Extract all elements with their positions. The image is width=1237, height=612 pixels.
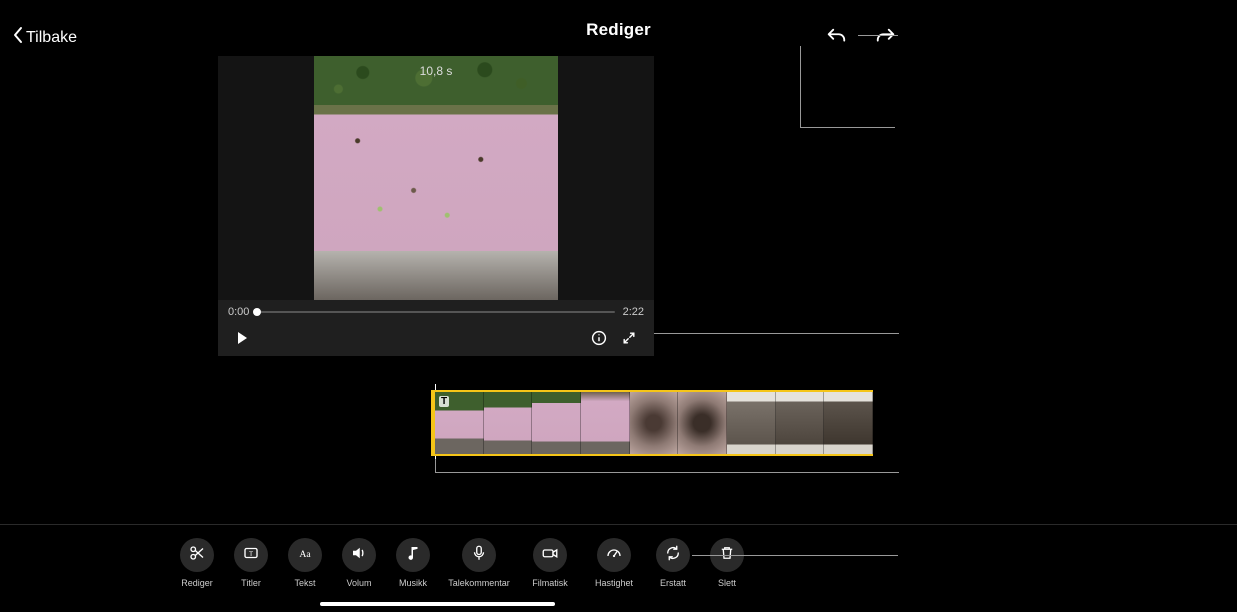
tool-talekommentar[interactable]: Talekommentar <box>450 538 508 588</box>
tool-label: Musikk <box>399 578 427 588</box>
clip-duration-label: 10,8 s <box>420 64 453 78</box>
svg-text:T: T <box>249 551 253 558</box>
speedometer-icon <box>605 544 623 567</box>
svg-text:Aa: Aa <box>299 548 311 559</box>
undo-button[interactable] <box>825 26 847 53</box>
timeline-thumbnail <box>678 392 727 454</box>
tool-erstatt[interactable]: Erstatt <box>656 538 690 588</box>
music-note-icon <box>404 544 422 567</box>
current-time-label: 0:00 <box>228 306 249 318</box>
title-overlay-badge: T <box>439 396 449 407</box>
redo-icon <box>875 26 897 53</box>
home-indicator[interactable] <box>320 602 555 606</box>
timeline-thumbnail <box>824 392 873 454</box>
tool-musikk[interactable]: Musikk <box>396 538 430 588</box>
divider <box>0 524 1237 525</box>
tool-label: Tekst <box>294 578 315 588</box>
callout-line <box>435 472 899 473</box>
tool-label: Volum <box>346 578 371 588</box>
timeline-thumbnail <box>630 392 679 454</box>
redo-button[interactable] <box>875 26 897 53</box>
chevron-left-icon <box>12 26 26 49</box>
expand-icon <box>621 330 637 351</box>
tool-label: Titler <box>241 578 261 588</box>
microphone-icon <box>470 544 488 567</box>
play-button[interactable] <box>228 326 256 354</box>
back-label: Tilbake <box>26 29 77 47</box>
play-icon <box>235 331 249 350</box>
undo-icon <box>825 26 847 53</box>
camera-icon <box>541 544 559 567</box>
tool-label: Filmatisk <box>532 578 568 588</box>
page-title: Rediger <box>586 20 651 40</box>
tool-hastighet[interactable]: Hastighet <box>592 538 636 588</box>
timeline-clip[interactable]: T <box>435 390 873 456</box>
trash-icon <box>718 544 736 567</box>
title-frame-icon: T <box>242 544 260 567</box>
callout-line <box>654 333 899 334</box>
timeline-thumbnail <box>581 392 630 454</box>
replace-icon <box>664 544 682 567</box>
timeline-thumbnail <box>776 392 825 454</box>
tool-volum[interactable]: Volum <box>342 538 376 588</box>
info-icon <box>591 330 607 351</box>
scissors-icon <box>188 544 206 567</box>
timeline-thumbnail <box>532 392 581 454</box>
tool-slett[interactable]: Slett <box>710 538 744 588</box>
timeline-thumbnail <box>727 392 776 454</box>
tool-titler[interactable]: T Titler <box>234 538 268 588</box>
tool-filmatisk[interactable]: Filmatisk <box>528 538 572 588</box>
scrubber[interactable] <box>257 311 614 313</box>
info-button[interactable] <box>584 326 614 354</box>
preview-panel: 10,8 s 0:00 2:22 <box>218 56 654 356</box>
tool-label: Rediger <box>181 578 213 588</box>
fullscreen-button[interactable] <box>614 326 644 354</box>
header: Tilbake Rediger <box>0 0 1237 60</box>
back-button[interactable]: Tilbake <box>12 26 77 49</box>
tool-label: Hastighet <box>595 578 633 588</box>
timeline-thumbnail <box>484 392 533 454</box>
text-aa-icon: Aa <box>296 544 314 567</box>
scrubber-thumb[interactable] <box>253 308 261 316</box>
tool-label: Slett <box>718 578 736 588</box>
tool-rediger[interactable]: Rediger <box>180 538 214 588</box>
playback-bar: 0:00 2:22 <box>218 300 654 356</box>
clip-trim-handle-left[interactable] <box>431 390 435 456</box>
tool-tekst[interactable]: Aa Tekst <box>288 538 322 588</box>
preview-frame: 10,8 s <box>314 56 558 300</box>
toolbar: Rediger T Titler Aa Tekst Volum Musikk T… <box>0 526 1237 612</box>
tool-label: Talekommentar <box>448 578 510 588</box>
tool-label: Erstatt <box>660 578 686 588</box>
total-time-label: 2:22 <box>623 306 644 318</box>
speaker-icon <box>350 544 368 567</box>
